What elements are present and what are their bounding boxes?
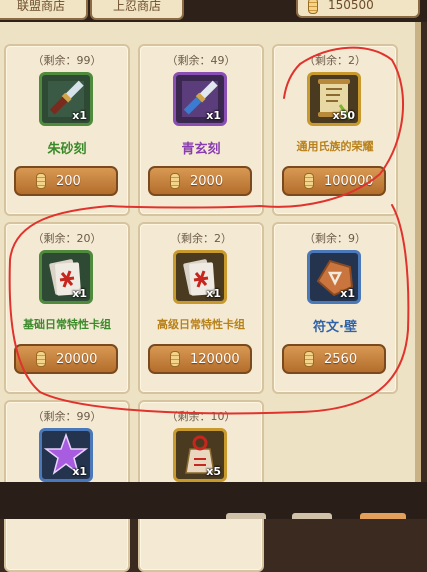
item-price: 2560 [324,352,358,367]
item-price: 20000 [56,352,98,367]
buy-button[interactable]: 20000 [14,344,118,374]
item-name: 高级日常特性卡组 [157,318,245,331]
item-icon-frame: x1 [39,428,93,482]
buy-button[interactable]: 2000 [148,166,252,196]
item-remaining: （剩余：9） [304,232,366,245]
top-bar: 联盟商店 上忍商店 150500 [0,0,427,22]
coin-icon [170,351,180,367]
item-name: 青玄刻 [181,142,221,157]
item-name: 符文·壁 [313,320,357,335]
footer-tab-mark [292,513,332,519]
coin-icon [36,351,46,367]
item-icon-frame: x5 [173,428,227,482]
shop-item-card[interactable]: （剩余：20） x1 基础日常特性卡组 20000 [4,222,130,394]
item-quantity: x1 [206,287,221,300]
coin-stack-icon [308,0,318,14]
item-icon-frame: x1 [173,72,227,126]
footer-bar [0,482,427,519]
coin-icon [304,351,314,367]
item-icon-frame: x1 [39,72,93,126]
shop-panel: （剩余：99） x1 朱砂刻 200 （剩余：49） x1 青玄刻 2000 （… [0,22,421,572]
coin-icon [304,173,314,189]
item-icon-frame: x50 [307,72,361,126]
tab-jonin-shop[interactable]: 上忍商店 [90,0,184,20]
buy-button[interactable]: 120000 [148,344,252,374]
buy-button[interactable]: 2560 [282,344,386,374]
shop-item-card[interactable]: （剩余：2） x50 通用氏族的荣耀 100000 [272,44,398,216]
item-price: 100000 [324,174,374,189]
item-quantity: x50 [332,109,355,122]
item-name: 通用氏族的荣耀 [296,140,374,153]
buy-button[interactable]: 100000 [282,166,386,196]
item-price: 2000 [190,174,224,189]
buy-button[interactable]: 200 [14,166,118,196]
item-icon-frame: x1 [39,250,93,304]
item-name: 朱砂刻 [47,142,87,157]
item-price: 200 [56,174,81,189]
footer-tab-mark [226,513,266,519]
shop-item-card[interactable]: （剩余：2） x1 高级日常特性卡组 120000 [138,222,264,394]
item-remaining: （剩余：99） [32,410,102,423]
item-quantity: x1 [72,465,87,478]
item-remaining: （剩余：49） [166,54,236,67]
item-icon-frame: x1 [307,250,361,304]
shop-item-card[interactable]: （剩余：99） x1 朱砂刻 200 [4,44,130,216]
item-remaining: （剩余：20） [32,232,102,245]
shop-item-card[interactable]: （剩余：49） x1 青玄刻 2000 [138,44,264,216]
item-price: 120000 [190,352,240,367]
item-remaining: （剩余：99） [32,54,102,67]
item-quantity: x1 [340,287,355,300]
tab-alliance-shop[interactable]: 联盟商店 [0,0,88,20]
coin-icon [36,173,46,189]
item-quantity: x5 [206,465,221,478]
currency-amount: 150500 [328,0,374,12]
shop-item-card[interactable]: （剩余：9） x1 符文·壁 2560 [272,222,398,394]
item-quantity: x1 [72,287,87,300]
footer-tab-mark [360,513,406,519]
item-name: 基础日常特性卡组 [23,318,111,331]
item-remaining: （剩余：2） [170,232,232,245]
item-quantity: x1 [72,109,87,122]
item-icon-frame: x1 [173,250,227,304]
currency-display: 150500 [296,0,420,18]
coin-icon [170,173,180,189]
item-remaining: （剩余：2） [304,54,366,67]
item-remaining: （剩余：10） [166,410,236,423]
item-quantity: x1 [206,109,221,122]
